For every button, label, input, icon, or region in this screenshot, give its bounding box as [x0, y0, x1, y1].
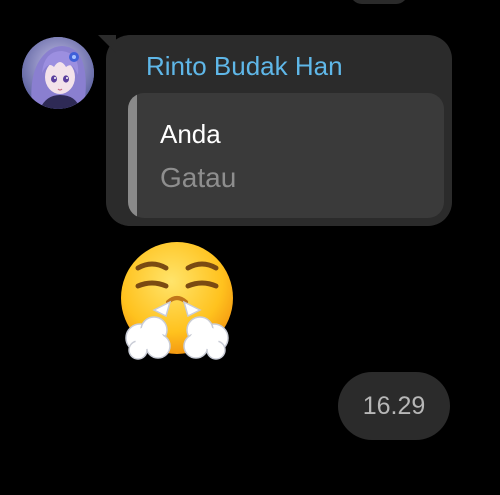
timestamp-pill: 16.29 [338, 372, 450, 440]
previous-message-bubble [350, 0, 408, 4]
quote-bar [128, 93, 137, 218]
face-with-steam-from-nose-emoji-icon[interactable] [116, 240, 238, 362]
reply-author: Anda [160, 119, 221, 149]
message-time: 16.29 [362, 391, 426, 420]
reply-text: Gatau [160, 162, 237, 193]
reply-quote[interactable]: Anda Gatau [128, 93, 444, 218]
sender-avatar[interactable] [22, 37, 94, 109]
incoming-message-bubble[interactable]: Rinto Budak Han Anda Gatau [98, 35, 452, 226]
sender-name[interactable]: Rinto Budak Han [146, 51, 343, 82]
bubble-tail [98, 35, 116, 53]
anime-avatar-icon [22, 37, 94, 109]
